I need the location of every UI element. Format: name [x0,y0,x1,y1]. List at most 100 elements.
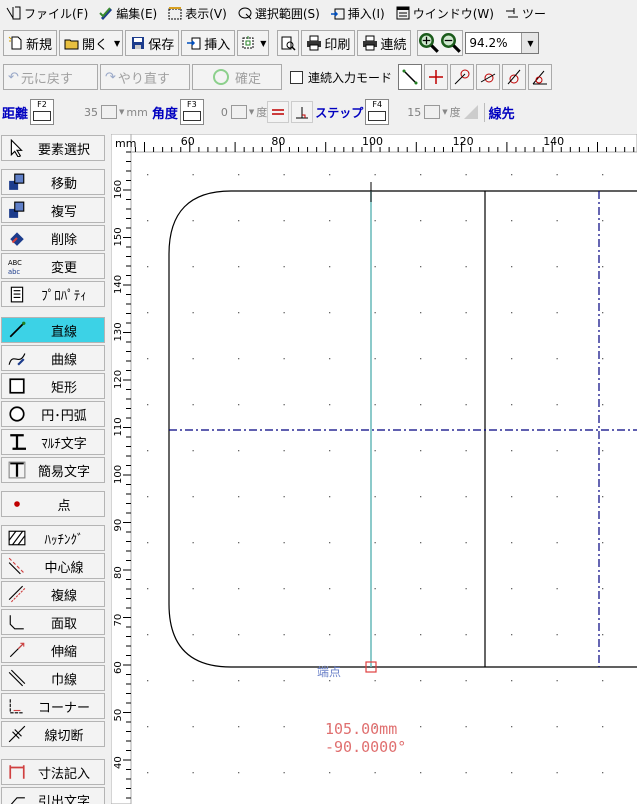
sidebar-item-change[interactable]: ABC abc 変更 [1,253,105,279]
grid-dot [556,358,558,360]
distance-input[interactable]: 35 ▼ mm [58,105,152,119]
angle-input[interactable]: 0 ▼ 度 [208,104,267,120]
menu-selection[interactable]: 選択範囲(S) [237,5,320,22]
distance-label: 距離 [2,106,29,122]
step-unit: 度 [449,106,461,119]
sidebar-item-line[interactable]: 直線 [1,317,105,343]
sidebar-item-copy[interactable]: 複写 [1,197,105,223]
layer-dropdown-arrow-icon[interactable]: ▼ [260,39,266,48]
print-button[interactable]: 印刷 [301,30,356,56]
step-input[interactable]: 15 ▼ 度 [393,104,461,120]
sidebar-item-rectangle[interactable]: 矩形 [1,373,105,399]
drawing-canvas[interactable]: 端点 105.00mm -90.0000° mm 60 80 100 120 140 1… [111,134,637,804]
step-calculator-icon[interactable] [424,105,441,119]
open-button[interactable]: 開く ▼ [59,30,124,56]
grid-dot [602,266,604,268]
drawing-area[interactable]: 端点 105.00mm -90.0000° mm 60 80 100 120 140 1… [111,134,637,804]
undo-button[interactable]: ↶ 元に戻す [3,64,98,90]
horizontal-button[interactable] [267,101,290,123]
confirm-button[interactable]: 確定 [192,64,282,90]
sidebar-item-label: 円･円弧 [41,408,87,424]
insert-button[interactable]: 挿入 [181,30,236,56]
layer-button[interactable]: ▼ [237,30,270,56]
menu-selection-label: 選択範囲(S) [254,6,320,21]
redo-button[interactable]: ↷ やり直す [100,64,190,90]
sidebar-item-chamfer[interactable]: 面取 [1,609,105,635]
sidebar-item-leader-text[interactable]: 引出文字 [1,787,105,804]
distance-dropdown-arrow-icon[interactable]: ▼ [119,108,124,116]
cross-mode-button[interactable] [424,64,449,90]
menu-insert[interactable]: 挿入(I) [330,5,385,22]
sidebar-item-hatching[interactable]: ﾊｯﾁﾝｸﾞ [1,525,105,551]
sidebar-item-property[interactable]: ﾌﾟﾛﾊﾟﾃｨ [1,281,105,307]
triangle-ruler-icon[interactable] [463,105,478,119]
sidebar-item-stretch[interactable]: 伸縮 [1,637,105,663]
sidebar-item-center-line[interactable]: 中心線 [1,553,105,579]
sidebar-item-parallel-line[interactable]: 複線 [1,581,105,607]
arc-tangent-button[interactable] [476,64,501,90]
grid-dot [420,680,422,682]
new-button[interactable]: 新規 [3,30,58,56]
continuous-print-button[interactable]: 連続 [357,30,412,56]
line-mode-button[interactable] [398,64,423,90]
sidebar-item-dimension[interactable]: 寸法記入 [1,759,105,785]
sidebar-item-label: 削除 [50,232,77,248]
grid-dot [238,358,240,360]
menu-edit-label: 編集(E) [116,6,158,21]
sidebar-item-width-line[interactable]: 巾線 [1,665,105,691]
continuous-mode-toggle[interactable]: 連続入力モード [290,69,392,86]
grid-dot [238,312,240,314]
circle-line-button[interactable] [502,64,527,90]
insert-icon [330,8,345,20]
sidebar-item-curve[interactable]: 曲線 [1,345,105,371]
sidebar-item-label: 複写 [50,204,77,220]
sidebar-item-simple-text[interactable]: 簡易文字 [1,457,105,483]
stretch-icon [6,640,28,660]
sidebar-item-corner[interactable]: コーナー [1,693,105,719]
zoom-out-icon[interactable] [441,33,462,53]
angle-calculator-icon[interactable] [230,105,247,119]
change-icon: ABC abc [6,256,28,276]
circle-tangent-button[interactable] [450,64,475,90]
sidebar-item-multi-text[interactable]: ﾏﾙﾁ文字 [1,429,105,455]
distance-calculator-icon[interactable] [101,105,118,119]
menu-edit[interactable]: 編集(E) [98,5,157,22]
sidebar-item-move[interactable]: 移動 [1,169,105,195]
circle-tangent-icon [454,69,470,85]
sidebar-item-circle[interactable]: 円･円弧 [1,401,105,427]
step-key-button[interactable]: F4 [365,99,390,125]
menu-view[interactable]: 表示(V) [167,5,227,22]
save-button[interactable]: 保存 [125,30,180,56]
sidebar-item-label: ﾏﾙﾁ文字 [41,436,87,452]
distance-key-button[interactable]: F2 [30,99,55,125]
sidebar-item-label: 点 [57,498,71,514]
grid-dot [556,680,558,682]
zoom-select[interactable]: 94.2% ▼ [465,32,540,54]
sidebar-item-pointer[interactable]: 要素選択 [1,135,105,161]
grid-dot [420,496,422,498]
zoom-in-icon[interactable] [419,33,440,53]
sidebar-item-delete[interactable]: 削除 [1,225,105,251]
angle-line-button[interactable] [528,64,553,90]
menu-window-label: ウインドウ(W) [412,6,494,21]
menu-tool[interactable]: ツー [504,5,546,22]
grid-dot [329,680,331,682]
sidebar-item-line-cut[interactable]: 線切断 [1,721,105,747]
perpendicular-button[interactable] [291,101,314,123]
continuous-mode-checkbox[interactable] [290,70,303,84]
rounded-rectangle-outline[interactable] [168,190,637,668]
print-preview-button[interactable] [277,30,300,56]
angle-dropdown-arrow-icon[interactable]: ▼ [249,108,254,116]
step-dropdown-arrow-icon[interactable]: ▼ [442,108,447,116]
angle-key-button[interactable]: F3 [179,99,204,125]
open-dropdown-arrow-icon[interactable]: ▼ [114,39,120,48]
menu-window[interactable]: ウインドウ(W) [395,5,494,22]
grid-dot [374,496,376,498]
menu-file[interactable]: ファイル(F) [6,5,88,22]
sidebar-item-point[interactable]: 点 [1,491,105,517]
grid-dot [329,358,331,360]
zoom-select-arrow-icon[interactable]: ▼ [521,33,539,53]
menu-tool-label: ツー [521,6,546,21]
grid-dot [238,450,240,452]
grid-dot [556,542,558,544]
